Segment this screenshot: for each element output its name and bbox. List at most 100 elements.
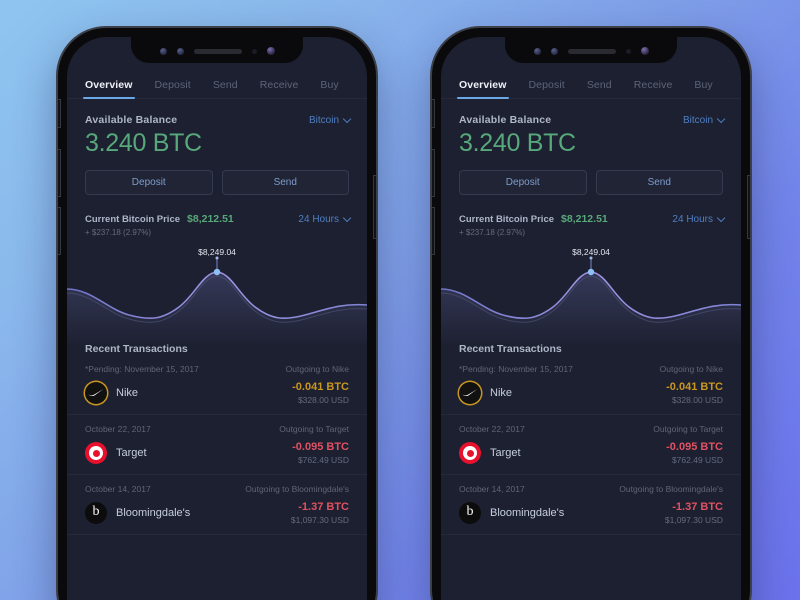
action-buttons: Deposit Send bbox=[441, 158, 741, 195]
power-button[interactable] bbox=[748, 176, 750, 238]
chevron-down-icon bbox=[342, 114, 352, 124]
mute-switch[interactable] bbox=[432, 100, 434, 127]
current-price-label: Current Bitcoin Price bbox=[459, 214, 555, 225]
table-row[interactable]: *Pending: November 15, 2017 Outgoing to … bbox=[67, 355, 367, 415]
price-chart[interactable]: $8,249.04 bbox=[441, 247, 741, 343]
tab-send[interactable]: Send bbox=[213, 79, 238, 98]
nike-logo-icon bbox=[85, 382, 107, 404]
mute-switch[interactable] bbox=[58, 100, 60, 127]
transaction-usd-amount: $328.00 USD bbox=[297, 395, 349, 405]
transaction-btc-amount: -0.095 BTC bbox=[292, 441, 349, 453]
transaction-usd-amount: $762.49 USD bbox=[671, 455, 723, 465]
send-button[interactable]: Send bbox=[221, 170, 349, 195]
wallet-app: Overview Deposit Send Receive Buy Availa… bbox=[441, 37, 741, 600]
transaction-direction: Outgoing to Nike bbox=[659, 364, 723, 374]
target-logo-icon bbox=[459, 442, 481, 464]
table-row[interactable]: *Pending: November 15, 2017 Outgoing to … bbox=[441, 355, 741, 415]
transaction-direction: Outgoing to Target bbox=[653, 424, 723, 434]
price-change: + $237.18 (2.97%) bbox=[459, 228, 526, 237]
price-section: Current Bitcoin Price $8,212.51 24 Hours… bbox=[67, 195, 367, 237]
merchant-name: Nike bbox=[116, 387, 139, 399]
currency-selector[interactable]: Bitcoin bbox=[309, 114, 352, 126]
sensor-bar bbox=[67, 37, 367, 65]
chart-peak-marker bbox=[213, 268, 221, 276]
deposit-button[interactable]: Deposit bbox=[85, 170, 213, 195]
transaction-btc-amount: -0.041 BTC bbox=[666, 381, 723, 393]
range-selector-label: 24 Hours bbox=[298, 213, 339, 225]
table-row[interactable]: October 22, 2017 Outgoing to Target Targ… bbox=[67, 415, 367, 475]
target-logo-icon bbox=[85, 442, 107, 464]
phone-left: Overview Deposit Send Receive Buy Availa… bbox=[58, 28, 376, 600]
infrared-camera-icon bbox=[550, 47, 558, 55]
current-price-value: $8,212.51 bbox=[561, 213, 608, 225]
tab-overview[interactable]: Overview bbox=[83, 79, 134, 99]
merchant-name: Bloomingdale's bbox=[490, 507, 565, 519]
transaction-direction: Outgoing to Bloomingdale's bbox=[245, 484, 349, 494]
volume-down-button[interactable] bbox=[432, 208, 434, 254]
table-row[interactable]: October 22, 2017 Outgoing to Target Targ… bbox=[441, 415, 741, 475]
table-row[interactable]: October 14, 2017 Outgoing to Bloomingdal… bbox=[441, 475, 741, 535]
volume-up-button[interactable] bbox=[432, 150, 434, 196]
phone-screen: Overview Deposit Send Receive Buy Availa… bbox=[67, 37, 367, 600]
table-row[interactable]: October 14, 2017 Outgoing to Bloomingdal… bbox=[67, 475, 367, 535]
deposit-button[interactable]: Deposit bbox=[459, 170, 587, 195]
available-balance-label: Available Balance bbox=[85, 114, 178, 126]
range-selector[interactable]: 24 Hours bbox=[672, 213, 726, 225]
front-camera-icon bbox=[266, 47, 275, 55]
bloomingdales-logo-icon: b bbox=[459, 502, 481, 524]
tab-buy[interactable]: Buy bbox=[320, 79, 338, 98]
main-tabbar: Overview Deposit Send Receive Buy bbox=[441, 63, 741, 99]
tab-overview[interactable]: Overview bbox=[457, 79, 508, 99]
ambient-light-sensor-icon bbox=[251, 48, 257, 54]
tab-deposit[interactable]: Deposit bbox=[529, 79, 565, 98]
main-tabbar: Overview Deposit Send Receive Buy bbox=[67, 63, 367, 99]
chevron-down-icon bbox=[342, 213, 352, 223]
volume-down-button[interactable] bbox=[58, 208, 60, 254]
merchant-name: Bloomingdale's bbox=[116, 507, 191, 519]
action-buttons: Deposit Send bbox=[67, 158, 367, 195]
proximity-sensor-icon bbox=[533, 47, 541, 55]
bloomingdales-logo-icon: b bbox=[85, 502, 107, 524]
tab-send[interactable]: Send bbox=[587, 79, 612, 98]
chart-svg bbox=[67, 256, 367, 343]
price-section: Current Bitcoin Price $8,212.51 24 Hours… bbox=[441, 195, 741, 237]
transaction-date: *Pending: November 15, 2017 bbox=[459, 364, 573, 374]
chart-peak-top-dot bbox=[215, 256, 219, 260]
tab-receive[interactable]: Receive bbox=[260, 79, 299, 98]
transaction-date: October 14, 2017 bbox=[459, 484, 525, 494]
transaction-direction: Outgoing to Nike bbox=[285, 364, 349, 374]
transaction-date: October 22, 2017 bbox=[85, 424, 151, 434]
transaction-usd-amount: $328.00 USD bbox=[671, 395, 723, 405]
volume-up-button[interactable] bbox=[58, 150, 60, 196]
send-button[interactable]: Send bbox=[595, 170, 723, 195]
balance-amount: 3.240 BTC bbox=[85, 129, 202, 157]
chart-peak-marker bbox=[587, 268, 595, 276]
price-chart[interactable]: $8,249.04 bbox=[67, 247, 367, 343]
current-price-value: $8,212.51 bbox=[187, 213, 234, 225]
chevron-down-icon bbox=[716, 114, 726, 124]
merchant-name: Target bbox=[490, 447, 521, 459]
available-balance-label: Available Balance bbox=[459, 114, 552, 126]
tab-receive[interactable]: Receive bbox=[634, 79, 673, 98]
infrared-camera-icon bbox=[176, 47, 184, 55]
transaction-date: October 22, 2017 bbox=[459, 424, 525, 434]
balance-header: Available Balance Bitcoin bbox=[441, 99, 741, 126]
range-selector-label: 24 Hours bbox=[672, 213, 713, 225]
transaction-btc-amount: -1.37 BTC bbox=[298, 501, 349, 513]
phone-right: Overview Deposit Send Receive Buy Availa… bbox=[432, 28, 750, 600]
merchant-name: Target bbox=[116, 447, 147, 459]
balance-amount: 3.240 BTC bbox=[459, 129, 576, 157]
merchant-name: Nike bbox=[490, 387, 513, 399]
transaction-btc-amount: -0.041 BTC bbox=[292, 381, 349, 393]
recent-transactions-heading: Recent Transactions bbox=[459, 343, 562, 355]
power-button[interactable] bbox=[374, 176, 376, 238]
transaction-direction: Outgoing to Target bbox=[279, 424, 349, 434]
chart-peak-top-dot bbox=[589, 256, 593, 260]
sensor-bar bbox=[441, 37, 741, 65]
currency-selector[interactable]: Bitcoin bbox=[683, 114, 726, 126]
tab-deposit[interactable]: Deposit bbox=[155, 79, 191, 98]
front-camera-icon bbox=[640, 47, 649, 55]
range-selector[interactable]: 24 Hours bbox=[298, 213, 352, 225]
chart-svg bbox=[441, 256, 741, 343]
tab-buy[interactable]: Buy bbox=[694, 79, 712, 98]
